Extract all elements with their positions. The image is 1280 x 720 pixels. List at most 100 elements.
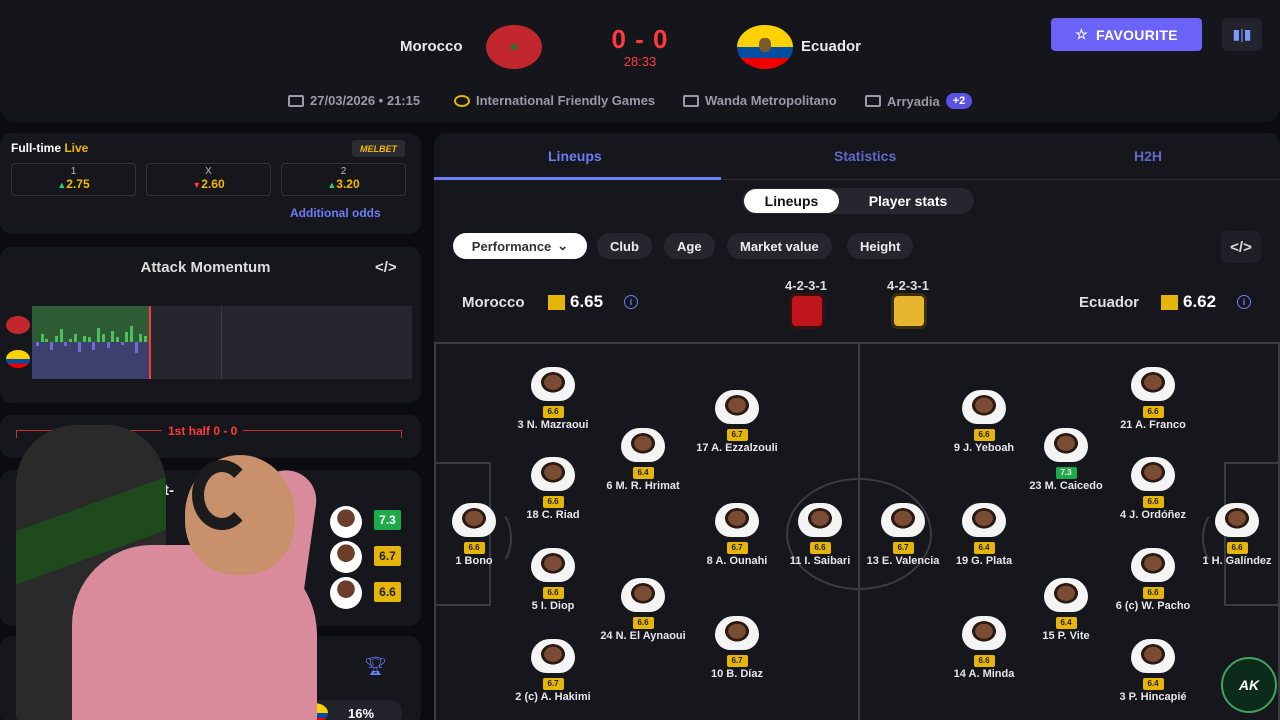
away-win-percentage[interactable]: 16% bbox=[280, 700, 402, 720]
home-player[interactable]: 6.7 2 (c) A. Hakimi bbox=[501, 639, 605, 703]
avatar[interactable] bbox=[330, 506, 362, 538]
competition-icon bbox=[454, 94, 470, 107]
momentum-bar bbox=[134, 342, 138, 354]
away-player[interactable]: 6.4 3 P. Hincapié bbox=[1101, 639, 1205, 703]
live-label: Live bbox=[64, 141, 89, 155]
odds-card: Full-time Live MELBET 1 ▲2.75 X ▼2.60 2 … bbox=[0, 133, 421, 234]
avatar bbox=[1044, 578, 1088, 612]
subtab-lineups[interactable]: Lineups bbox=[744, 189, 839, 213]
embed-code-icon[interactable]: </> bbox=[1221, 231, 1261, 263]
player-name: 6 M. R. Hrimat bbox=[606, 480, 680, 492]
odd-away[interactable]: 2 ▲3.20 bbox=[281, 163, 406, 196]
player-rating-badge: 6.6 bbox=[809, 542, 831, 554]
momentum-bar bbox=[92, 342, 96, 351]
momentum-bar bbox=[115, 337, 119, 342]
player-name: 5 I. Diop bbox=[531, 600, 575, 612]
home-player[interactable]: 6.6 18 C. Riad bbox=[501, 457, 605, 521]
info-icon[interactable]: i bbox=[1237, 295, 1251, 309]
home-player[interactable]: 6.4 6 M. R. Hrimat bbox=[591, 428, 695, 492]
momentum-bar bbox=[97, 327, 101, 342]
away-team-name[interactable]: Ecuador bbox=[801, 38, 861, 55]
info-icon[interactable]: i bbox=[624, 295, 638, 309]
filter-market-value[interactable]: Market value bbox=[727, 233, 832, 259]
momentum-bar bbox=[106, 342, 110, 348]
player-name: 3 N. Mazraoui bbox=[517, 419, 589, 431]
odd-draw-label: X bbox=[205, 166, 212, 177]
half-label: 1st half 0 - 0 bbox=[162, 424, 244, 438]
home-team-rating: 6.65 bbox=[570, 292, 604, 311]
avatar bbox=[962, 616, 1006, 650]
rating-square-icon bbox=[548, 295, 565, 310]
home-player[interactable]: 6.6 24 N. El Aynaoui bbox=[591, 578, 695, 642]
away-player[interactable]: 6.6 1 H. Galíndez bbox=[1185, 503, 1280, 567]
stadium-icon bbox=[683, 94, 699, 107]
player-rating-badge: 6.7 bbox=[726, 429, 748, 441]
odd-draw[interactable]: X ▼2.60 bbox=[146, 163, 271, 196]
odd-away-value: 3.20 bbox=[336, 177, 360, 191]
tab-statistics[interactable]: Statistics bbox=[834, 148, 896, 164]
player-name: 19 G. Plata bbox=[955, 555, 1013, 567]
momentum-bar bbox=[111, 330, 115, 342]
home-shirt-icon bbox=[792, 296, 822, 326]
filter-height[interactable]: Height bbox=[847, 233, 914, 259]
embed-code-icon[interactable]: </> bbox=[375, 259, 397, 276]
subtab-player-stats[interactable]: Player stats bbox=[848, 189, 968, 213]
tab-h2h[interactable]: H2H bbox=[1134, 148, 1162, 164]
ecuador-flag-icon bbox=[737, 25, 793, 69]
avatar[interactable] bbox=[330, 577, 362, 609]
odd-away-label: 2 bbox=[340, 166, 347, 177]
bookmaker-logo[interactable]: MELBET bbox=[352, 140, 405, 157]
momentum-bar bbox=[120, 342, 124, 345]
avatar bbox=[1131, 367, 1175, 401]
avatar bbox=[621, 578, 665, 612]
more-broadcasters-badge[interactable]: +2 bbox=[945, 93, 973, 109]
home-player[interactable]: 6.6 3 N. Mazraoui bbox=[501, 367, 605, 431]
avatar bbox=[881, 503, 925, 537]
home-player[interactable]: 6.7 10 B. Díaz bbox=[685, 616, 789, 680]
momentum-bar bbox=[64, 342, 68, 347]
odd-home-label: 1 bbox=[70, 166, 77, 177]
home-player[interactable]: 6.6 5 I. Diop bbox=[501, 548, 605, 612]
odd-home[interactable]: 1 ▲2.75 bbox=[11, 163, 136, 196]
broadcaster[interactable]: Arryadia +2 bbox=[865, 93, 973, 109]
player-rating-badge: 6.7 bbox=[726, 542, 748, 554]
favourite-button[interactable]: ☆ FAVOURITE bbox=[1051, 18, 1202, 51]
avatar bbox=[715, 616, 759, 650]
competition-link[interactable]: International Friendly Games bbox=[454, 93, 655, 108]
active-tab-indicator bbox=[434, 177, 721, 180]
calendar-icon bbox=[288, 94, 304, 107]
layout-toggle-button[interactable]: ▮|▮ bbox=[1222, 18, 1262, 51]
arrow-down-icon: ▼ bbox=[192, 180, 202, 190]
player-name: 6 (c) W. Pacho bbox=[1115, 600, 1191, 612]
rating-badge: 6.6 bbox=[374, 582, 401, 602]
player-name: 1 H. Galíndez bbox=[1202, 555, 1272, 567]
avatar[interactable] bbox=[330, 541, 362, 573]
home-player[interactable]: 6.7 17 A. Ezzalzouli bbox=[685, 390, 789, 454]
trophy-icon: 🏆︎ bbox=[364, 656, 387, 676]
filter-performance-dropdown[interactable]: Performance ⌄ bbox=[453, 233, 587, 259]
player-rating-badge: 6.6 bbox=[542, 406, 564, 418]
tab-lineups[interactable]: Lineups bbox=[548, 148, 602, 164]
home-team-name[interactable]: Morocco bbox=[400, 38, 463, 55]
momentum-bar bbox=[36, 342, 39, 347]
momentum-bar bbox=[45, 338, 49, 342]
away-win-pct-text: 16% bbox=[348, 705, 375, 720]
avatar bbox=[1044, 428, 1088, 462]
star-icon: ☆ bbox=[1075, 26, 1089, 42]
filter-club[interactable]: Club bbox=[597, 233, 652, 259]
momentum-bar bbox=[144, 335, 148, 342]
match-clock: 28:33 bbox=[623, 54, 657, 69]
odd-draw-value: 2.60 bbox=[201, 177, 225, 191]
momentum-title: Attack Momentum bbox=[140, 259, 271, 276]
favourite-label: FAVOURITE bbox=[1096, 26, 1178, 43]
momentum-bar bbox=[139, 334, 143, 342]
filter-age[interactable]: Age bbox=[664, 233, 715, 259]
away-player[interactable]: 6.6 21 A. Franco bbox=[1101, 367, 1205, 431]
away-player[interactable]: 6.4 19 G. Plata bbox=[932, 503, 1036, 567]
additional-odds-link[interactable]: Additional odds bbox=[290, 206, 381, 220]
momentum-bar bbox=[125, 332, 129, 342]
momentum-bar bbox=[73, 334, 77, 342]
momentum-bar bbox=[68, 338, 72, 342]
tv-icon bbox=[865, 95, 881, 107]
player-name: 18 C. Riad bbox=[526, 509, 580, 521]
